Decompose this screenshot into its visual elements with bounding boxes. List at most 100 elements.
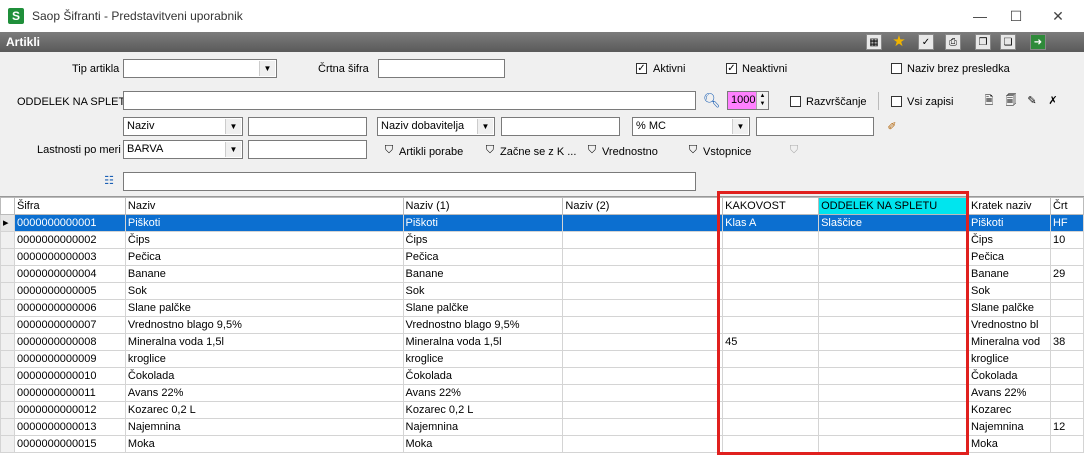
table-cell[interactable]: [818, 384, 969, 402]
table-cell[interactable]: [722, 265, 820, 283]
table-cell[interactable]: Avans 22%: [967, 384, 1051, 402]
table-cell[interactable]: Banane: [402, 265, 564, 283]
table-cell[interactable]: Piškoti: [124, 214, 404, 232]
row-header[interactable]: [0, 316, 15, 334]
delete-document-icon[interactable]: ✗: [1045, 93, 1061, 109]
table-cell[interactable]: [722, 384, 820, 402]
table-cell[interactable]: [818, 231, 969, 249]
table-cell[interactable]: HF: [1049, 214, 1084, 232]
table-cell[interactable]: Pečica: [402, 248, 564, 266]
count-stepper[interactable]: 1000 ▲ ▼: [727, 91, 769, 110]
crtna-sifra-input[interactable]: [378, 59, 505, 78]
row-header[interactable]: [0, 248, 15, 266]
table-cell[interactable]: [818, 350, 969, 368]
table-row[interactable]: 0000000000013 Najemnina Najemnina Najemnina…: [0, 418, 1084, 436]
table-cell[interactable]: 0000000000012: [13, 401, 126, 419]
row-header[interactable]: [0, 333, 15, 351]
table-cell[interactable]: [562, 401, 724, 419]
table-cell[interactable]: Čokolada: [967, 367, 1051, 385]
mc-select[interactable]: % MC ▼: [632, 117, 750, 136]
table-cell[interactable]: 12: [1049, 418, 1084, 436]
artikli-porabe-button[interactable]: Artikli porabe: [399, 146, 463, 158]
table-cell[interactable]: [1049, 350, 1084, 368]
eraser-icon[interactable]: ✐: [884, 119, 900, 135]
table-cell[interactable]: [818, 418, 969, 436]
table-cell[interactable]: Najemnina: [967, 418, 1051, 436]
table-row[interactable]: 0000000000007 Vrednostno blago 9,5% Vredno…: [0, 316, 1084, 334]
list-icon[interactable]: ☷: [101, 173, 117, 189]
table-cell[interactable]: [818, 265, 969, 283]
table-cell[interactable]: [562, 418, 724, 436]
table-cell[interactable]: [818, 282, 969, 300]
oddelek-search-input[interactable]: [123, 91, 696, 110]
table-cell[interactable]: [1049, 299, 1084, 317]
table-cell[interactable]: [1049, 435, 1084, 453]
table-cell[interactable]: [1049, 384, 1084, 402]
table-cell[interactable]: [562, 231, 724, 249]
row-header[interactable]: [0, 231, 15, 249]
table-cell[interactable]: Kozarec 0,2 L: [402, 401, 564, 419]
row-header[interactable]: [0, 265, 15, 283]
new-document-icon[interactable]: 🗎: [981, 93, 997, 109]
column-header[interactable]: Naziv (1): [402, 197, 564, 215]
table-cell[interactable]: Pečica: [967, 248, 1051, 266]
filter-funnel-icon[interactable]: ⛉: [381, 142, 397, 158]
lastnosti-select[interactable]: BARVA ▼: [123, 140, 243, 159]
grid-view-icon[interactable]: ▦: [866, 34, 882, 50]
table-cell[interactable]: 45: [722, 333, 820, 351]
table-cell[interactable]: Čips: [967, 231, 1051, 249]
filter-funnel-icon[interactable]: ⛉: [584, 142, 600, 158]
tip-artikla-select[interactable]: ▼: [123, 59, 277, 78]
vsi-zapisi-checkbox[interactable]: [891, 96, 902, 107]
filter-funnel-icon[interactable]: ⛉: [685, 142, 701, 158]
paste-icon[interactable]: ❏: [1000, 34, 1016, 50]
table-cell[interactable]: [722, 435, 820, 453]
row-header[interactable]: [0, 418, 15, 436]
dobavitelj-filter-input[interactable]: [501, 117, 620, 136]
table-cell[interactable]: [818, 435, 969, 453]
table-cell[interactable]: Čips: [124, 231, 404, 249]
edit-document-icon[interactable]: ✎: [1024, 93, 1040, 109]
stepper-arrows-icon[interactable]: ▲ ▼: [756, 92, 768, 109]
row-header[interactable]: ▸: [0, 214, 15, 232]
table-cell[interactable]: Pečica: [124, 248, 404, 266]
table-cell[interactable]: [562, 350, 724, 368]
table-cell[interactable]: 0000000000006: [13, 299, 126, 317]
table-cell[interactable]: Avans 22%: [124, 384, 404, 402]
table-row[interactable]: 0000000000005 Sok Sok Sok: [0, 282, 1084, 300]
table-cell[interactable]: [1049, 248, 1084, 266]
table-cell[interactable]: Slane palčke: [402, 299, 564, 317]
column-header[interactable]: Naziv: [124, 197, 404, 215]
table-cell[interactable]: [722, 248, 820, 266]
table-cell[interactable]: 0000000000008: [13, 333, 126, 351]
row-header[interactable]: [0, 350, 15, 368]
vrednostno-button[interactable]: Vrednostno: [602, 146, 658, 158]
mc-filter-input[interactable]: [756, 117, 874, 136]
table-cell[interactable]: Piškoti: [402, 214, 564, 232]
row-header[interactable]: [0, 367, 15, 385]
table-cell[interactable]: kroglice: [124, 350, 404, 368]
row-header[interactable]: [0, 384, 15, 402]
table-cell[interactable]: Klas A: [722, 214, 820, 232]
table-cell[interactable]: Mineralna voda 1,5l: [124, 333, 404, 351]
zacne-se-z-k-button[interactable]: Začne se z K ...: [500, 146, 576, 158]
table-cell[interactable]: [818, 248, 969, 266]
row-header[interactable]: [0, 299, 15, 317]
table-cell[interactable]: Vrednostno blago 9,5%: [124, 316, 404, 334]
table-cell[interactable]: 0000000000004: [13, 265, 126, 283]
table-cell[interactable]: [562, 384, 724, 402]
table-row[interactable]: 0000000000010 Čokolada Čokolada Čokolada: [0, 367, 1084, 385]
maximize-button[interactable]: ☐: [998, 4, 1034, 28]
table-cell[interactable]: Sok: [124, 282, 404, 300]
table-cell[interactable]: [562, 316, 724, 334]
table-cell[interactable]: [1049, 401, 1084, 419]
table-cell[interactable]: Moka: [967, 435, 1051, 453]
column-header[interactable]: KAKOVOST: [722, 197, 820, 215]
table-cell[interactable]: Slaščice: [818, 214, 969, 232]
table-cell[interactable]: kroglice: [402, 350, 564, 368]
table-cell[interactable]: kroglice: [967, 350, 1051, 368]
table-cell[interactable]: Čokolada: [402, 367, 564, 385]
table-cell[interactable]: [818, 299, 969, 317]
table-cell[interactable]: [818, 333, 969, 351]
table-cell[interactable]: [562, 367, 724, 385]
